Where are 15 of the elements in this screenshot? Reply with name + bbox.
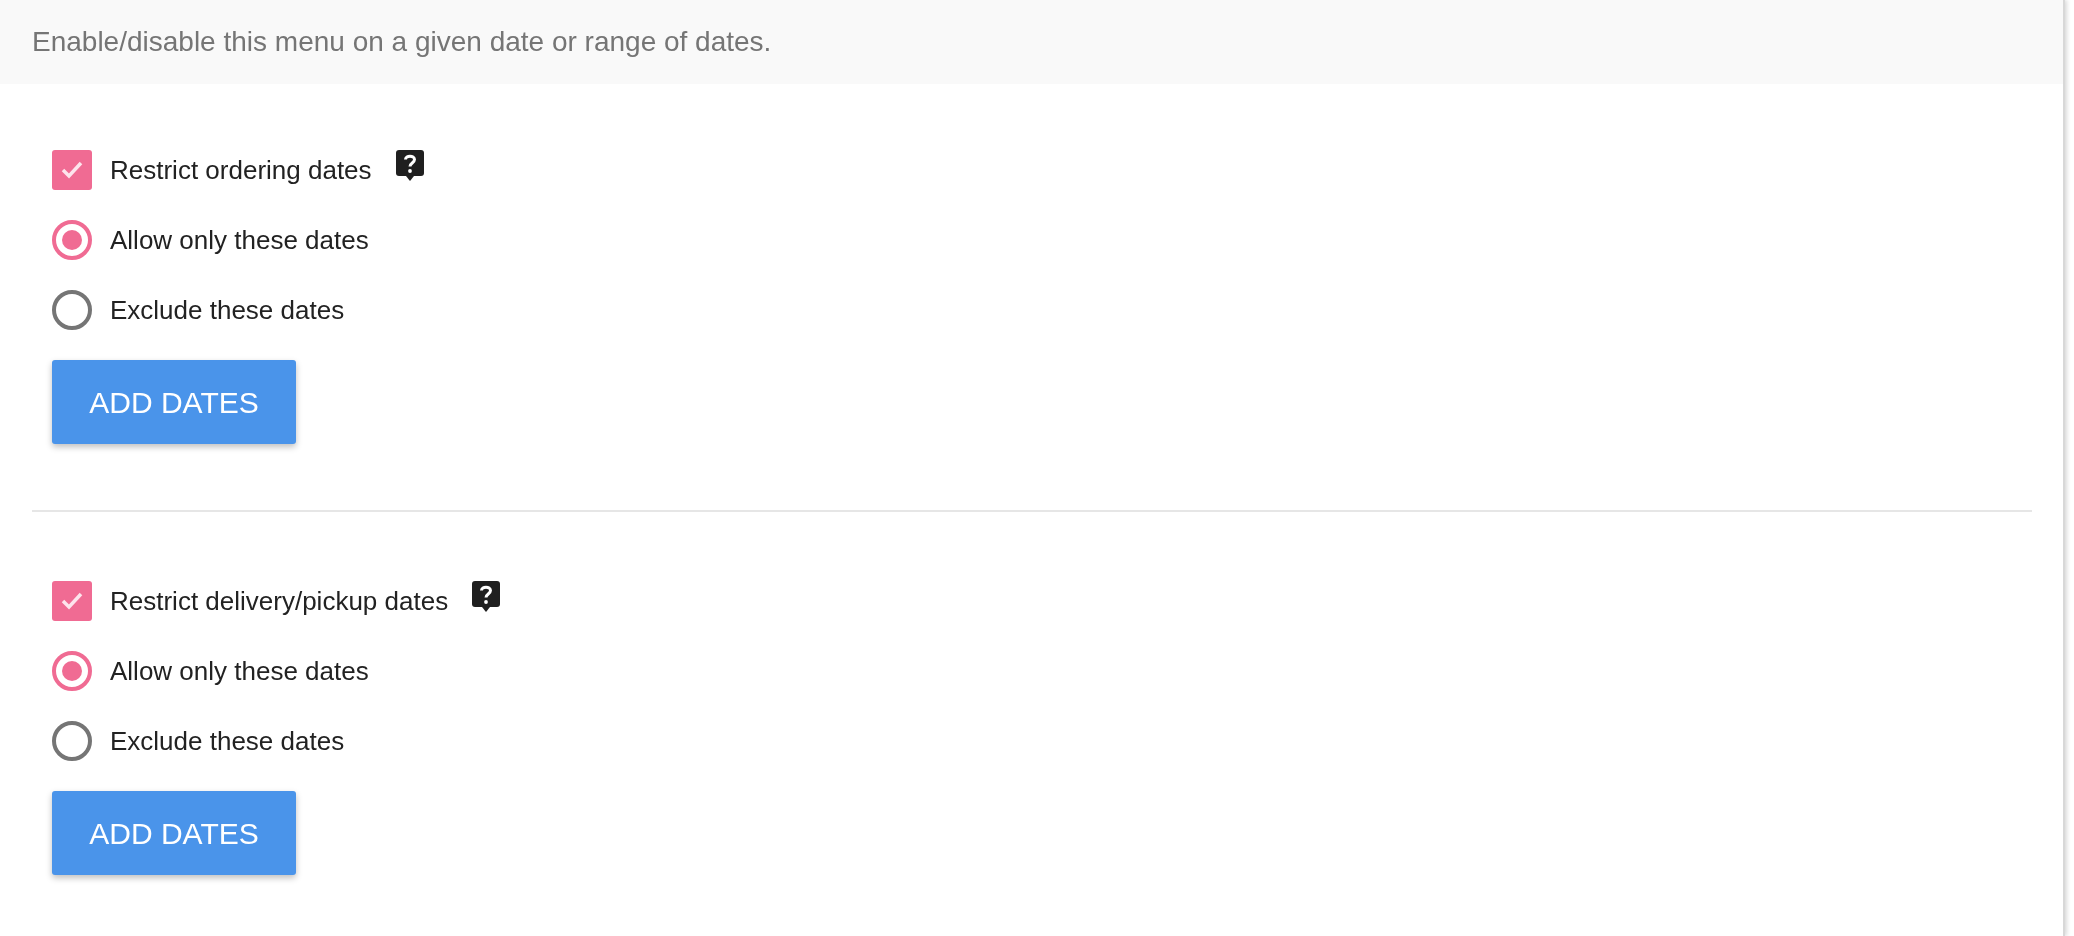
checkbox-label[interactable]: Restrict ordering dates <box>110 150 372 190</box>
radio-label[interactable]: Allow only these dates <box>110 651 369 691</box>
help-icon[interactable] <box>395 150 424 182</box>
radio-button[interactable] <box>52 220 92 260</box>
description-text: Enable/disable this menu on a given date or range of dates. <box>32 25 772 59</box>
radio-button[interactable] <box>52 721 92 761</box>
checkbox[interactable] <box>52 150 92 190</box>
checkbox-label[interactable]: Restrict delivery/pickup dates <box>110 581 449 621</box>
radio-button[interactable] <box>52 290 92 330</box>
radio-label[interactable]: Exclude these dates <box>110 290 345 330</box>
help-icon[interactable] <box>472 581 501 613</box>
radio-label[interactable]: Allow only these dates <box>110 220 369 260</box>
radio-button[interactable] <box>52 651 92 691</box>
checkbox[interactable] <box>52 581 92 621</box>
radio-label[interactable]: Exclude these dates <box>110 721 345 761</box>
